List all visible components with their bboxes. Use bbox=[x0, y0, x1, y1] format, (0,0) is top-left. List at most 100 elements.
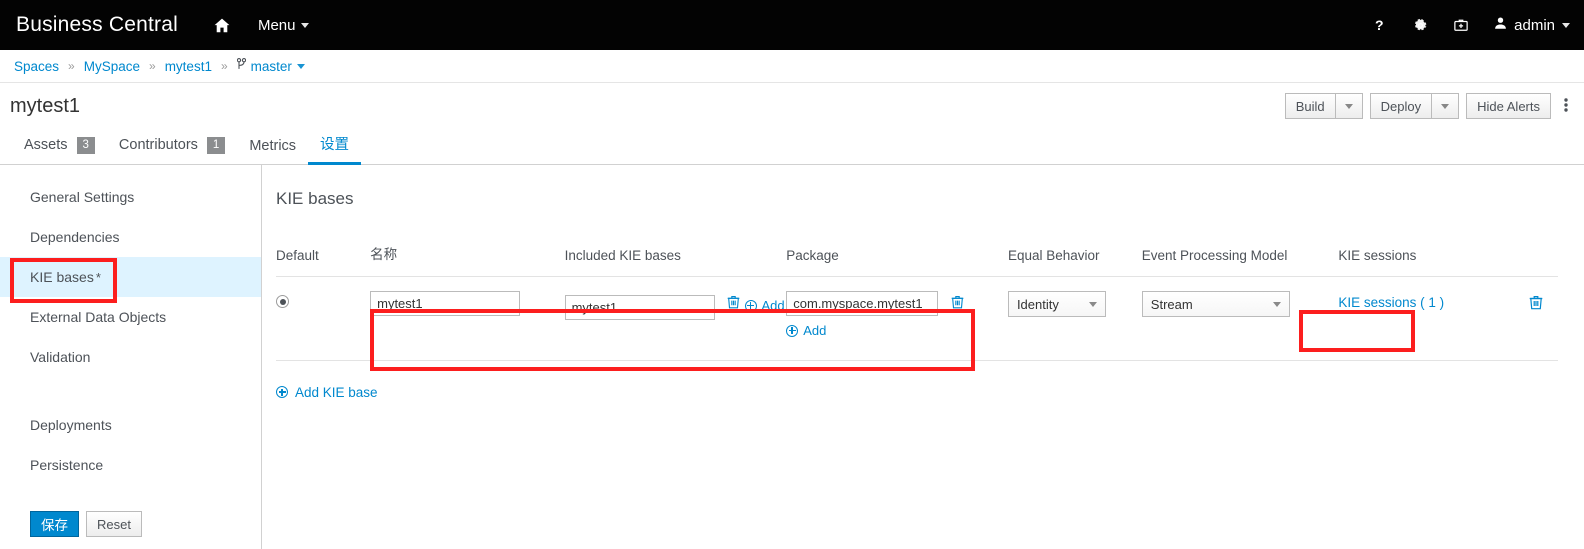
add-kie-base-link[interactable]: Add KIE base bbox=[276, 385, 378, 400]
kie-bases-table: Default 名称 Included KIE bases Package Eq… bbox=[276, 243, 1558, 361]
sidebar-item-label: Persistence bbox=[30, 457, 104, 473]
sidebar-item-kie-bases[interactable]: KIE bases * bbox=[0, 257, 261, 297]
default-radio[interactable] bbox=[276, 295, 289, 308]
column-header-event-processing-model: Event Processing Model bbox=[1141, 248, 1288, 263]
chevron-down-icon bbox=[1441, 103, 1450, 109]
deploy-button[interactable]: Deploy bbox=[1369, 93, 1432, 119]
column-header-included-kie-bases: Included KIE bases bbox=[564, 248, 681, 263]
breadcrumb-item-spaces[interactable]: Spaces bbox=[14, 59, 59, 74]
sidebar-item-label: Validation bbox=[30, 349, 91, 365]
column-header-actions bbox=[1495, 243, 1558, 277]
kie-base-name-input[interactable] bbox=[370, 291, 521, 316]
tab-badge: 1 bbox=[206, 136, 226, 154]
kie-bases-panel: KIE bases Default 名称 Included KIE bases … bbox=[262, 165, 1584, 549]
equal-behavior-select[interactable]: Identity bbox=[1007, 291, 1106, 317]
sidebar-form-actions: 保存 Reset bbox=[30, 511, 142, 537]
chevron-down-icon bbox=[1088, 301, 1097, 307]
tab-contributors[interactable]: Contributors 1 bbox=[107, 136, 237, 166]
cell-actions bbox=[1495, 276, 1558, 361]
deploy-dropdown-toggle[interactable] bbox=[1431, 93, 1460, 119]
page-title: mytest1 bbox=[10, 94, 81, 117]
breadcrumb-separator: » bbox=[68, 59, 75, 73]
deploy-split-button: Deploy bbox=[1369, 93, 1460, 119]
sidebar-item-persistence[interactable]: Persistence bbox=[0, 445, 261, 485]
add-label: Add bbox=[803, 323, 827, 338]
breadcrumb-item-myspace[interactable]: MySpace bbox=[84, 59, 140, 74]
cell-package: Add bbox=[786, 276, 1008, 361]
delete-kie-base-icon[interactable] bbox=[1529, 295, 1543, 313]
tab-label: Metrics bbox=[249, 138, 297, 154]
modified-marker: * bbox=[95, 269, 101, 285]
build-button[interactable]: Build bbox=[1284, 93, 1335, 119]
tab-label: Contributors bbox=[118, 137, 198, 154]
add-package-link[interactable]: Add bbox=[786, 323, 826, 338]
toolkit-icon[interactable] bbox=[1454, 18, 1468, 32]
tab-label: Assets bbox=[24, 137, 68, 154]
breadcrumb-separator: » bbox=[149, 59, 156, 73]
vertical-kebab-icon[interactable] bbox=[1558, 97, 1574, 116]
sidebar-item-validation[interactable]: Validation bbox=[0, 337, 261, 377]
gear-icon[interactable] bbox=[1413, 18, 1428, 33]
build-dropdown-toggle[interactable] bbox=[1334, 93, 1363, 119]
chevron-down-icon bbox=[301, 22, 310, 28]
event-processing-model-select[interactable]: Stream bbox=[1141, 291, 1290, 317]
table-header-row: Default 名称 Included KIE bases Package Eq… bbox=[276, 243, 1558, 277]
table-row: Add bbox=[276, 276, 1558, 361]
cell-equal-behavior: Identity bbox=[1007, 276, 1142, 361]
chevron-down-icon bbox=[296, 63, 305, 69]
menu-dropdown[interactable]: Menu bbox=[258, 17, 310, 34]
svg-text:?: ? bbox=[1375, 18, 1384, 33]
tab-settings[interactable]: 设置 bbox=[308, 133, 362, 165]
user-menu[interactable]: admin bbox=[1494, 16, 1570, 34]
column-header-equal-behavior: Equal Behavior bbox=[1007, 248, 1100, 263]
column-header-package: Package bbox=[786, 248, 839, 263]
breadcrumb: Spaces » MySpace » mytest1 » master bbox=[0, 50, 1584, 83]
sidebar-item-external-data-objects[interactable]: External Data Objects bbox=[0, 297, 261, 337]
add-included-kie-base-link[interactable]: Add bbox=[744, 298, 785, 313]
user-name: admin bbox=[1514, 16, 1555, 34]
tab-label: 设置 bbox=[320, 137, 350, 153]
sidebar-item-general-settings[interactable]: General Settings bbox=[0, 177, 261, 217]
plus-circle-icon bbox=[276, 386, 288, 398]
kie-sessions-link[interactable]: KIE sessions ( 1 ) bbox=[1338, 295, 1444, 310]
plus-circle-icon bbox=[744, 299, 757, 312]
navbar-right-actions: ? admin bbox=[1375, 0, 1570, 50]
cell-name bbox=[370, 276, 565, 361]
settings-sidebar: General Settings Dependencies KIE bases … bbox=[0, 165, 262, 549]
cell-default bbox=[276, 276, 371, 361]
cell-event-processing-model: Stream bbox=[1141, 276, 1339, 361]
breadcrumb-separator: » bbox=[220, 59, 228, 73]
home-icon[interactable] bbox=[214, 18, 230, 33]
trash-icon[interactable] bbox=[951, 295, 964, 312]
content-area: General Settings Dependencies KIE bases … bbox=[0, 165, 1584, 549]
sidebar-item-label: External Data Objects bbox=[30, 309, 167, 325]
add-label: Add bbox=[761, 298, 785, 313]
cell-included-kie-bases: Add bbox=[564, 276, 787, 361]
build-split-button: Build bbox=[1284, 93, 1363, 119]
sidebar-item-dependencies[interactable]: Dependencies bbox=[0, 217, 261, 257]
sidebar-item-deployments[interactable]: Deployments bbox=[0, 405, 261, 445]
sidebar-item-label: Dependencies bbox=[30, 229, 120, 245]
sidebar-item-label: KIE bases bbox=[30, 269, 94, 285]
sidebar-item-label: General Settings bbox=[30, 189, 135, 205]
trash-icon[interactable] bbox=[727, 295, 740, 312]
breadcrumb-item-mytest1[interactable]: mytest1 bbox=[165, 59, 212, 74]
branch-name: master bbox=[250, 58, 292, 74]
branch-selector[interactable]: master bbox=[236, 58, 305, 74]
top-navbar: Business Central Menu ? admin bbox=[0, 0, 1584, 50]
tab-assets[interactable]: Assets 3 bbox=[12, 136, 107, 166]
reset-button[interactable]: Reset bbox=[86, 511, 142, 537]
chevron-down-icon bbox=[1272, 301, 1281, 307]
save-button[interactable]: 保存 bbox=[30, 511, 79, 537]
tab-metrics[interactable]: Metrics bbox=[237, 138, 308, 165]
tab-badge: 3 bbox=[76, 136, 95, 154]
column-header-name: 名称 bbox=[370, 247, 398, 262]
hide-alerts-button[interactable]: Hide Alerts bbox=[1466, 93, 1551, 119]
help-icon[interactable]: ? bbox=[1375, 18, 1387, 33]
included-kie-base-input[interactable] bbox=[564, 294, 715, 320]
column-header-default: Default bbox=[276, 248, 319, 263]
chevron-down-icon bbox=[1562, 22, 1570, 28]
column-header-kie-sessions: KIE sessions bbox=[1338, 248, 1417, 263]
add-kie-base-label: Add KIE base bbox=[295, 384, 378, 400]
package-input[interactable] bbox=[786, 291, 939, 316]
